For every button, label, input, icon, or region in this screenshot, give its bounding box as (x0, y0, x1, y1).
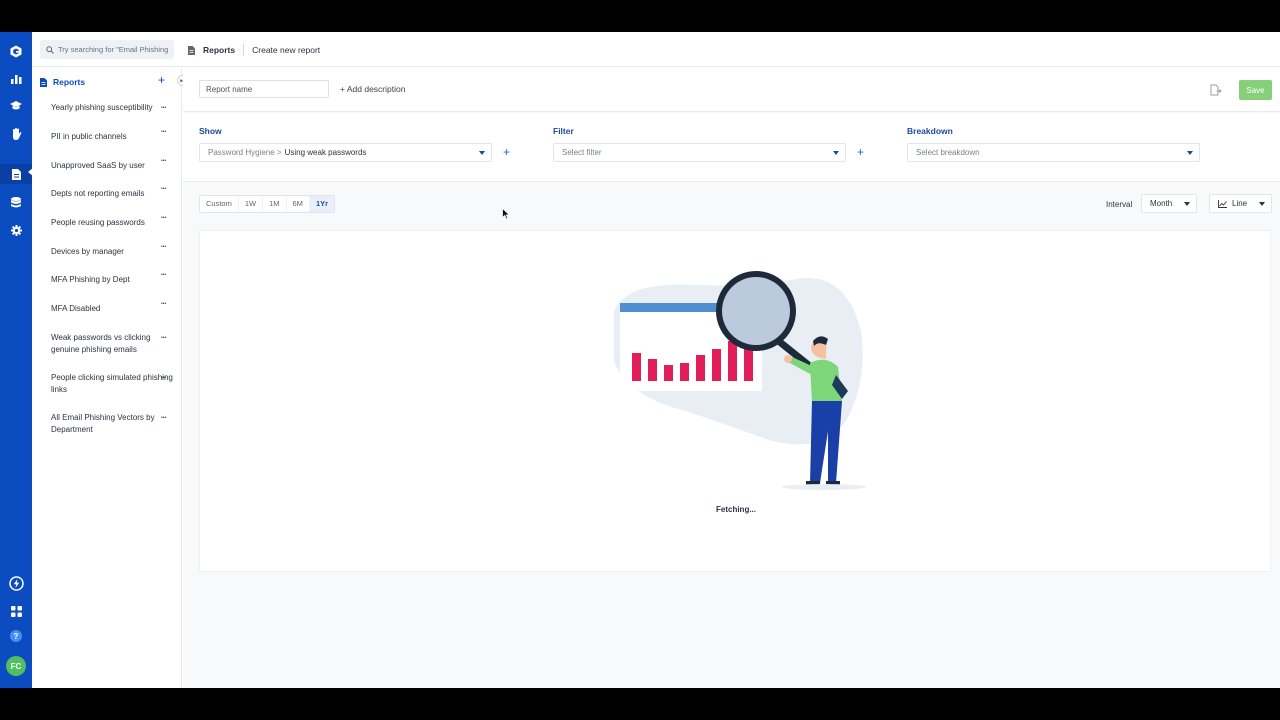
fetching-status: Fetching... (716, 505, 756, 514)
app-window: ? FC Reports Create new report Reports +… (0, 32, 1280, 688)
main-panel: + Add description Save Show Password Hyg… (183, 68, 1280, 688)
sidebar-report-label[interactable]: MFA Disabled (51, 303, 176, 315)
chart-type-select[interactable]: Line (1209, 194, 1272, 213)
hand-icon[interactable] (8, 126, 24, 142)
breakdown-select[interactable]: Select breakdown (907, 143, 1200, 162)
date-range-selector: Custom 1W 1M 6M 1Yr (199, 195, 336, 213)
more-options-icon[interactable]: ••• (161, 129, 166, 135)
line-chart-icon (1218, 199, 1227, 208)
chevron-down-icon (1259, 202, 1265, 206)
sidebar-report-label[interactable]: Devices by manager (51, 246, 176, 258)
export-icon[interactable] (1210, 84, 1222, 96)
chevron-down-icon (1187, 151, 1193, 155)
avatar[interactable]: FC (6, 656, 26, 676)
report-name-input[interactable] (199, 80, 329, 98)
chevron-down-icon (1184, 202, 1190, 206)
more-options-icon[interactable]: ••• (161, 158, 166, 164)
sidebar-title: Reports (53, 77, 86, 87)
report-icon (40, 77, 47, 87)
more-options-icon[interactable]: ••• (161, 244, 166, 250)
apps-grid-icon[interactable] (8, 603, 24, 619)
range-button[interactable]: 1W (239, 196, 264, 212)
show-select[interactable]: Password Hygiene > Using weak passwords (199, 143, 492, 162)
show-label: Show (199, 126, 222, 136)
reports-sidebar: Reports + ⇤ Yearly phishing susceptibili… (32, 68, 188, 688)
add-description-link[interactable]: + Add description (340, 84, 405, 94)
interval-select[interactable]: Month (1141, 194, 1197, 213)
show-select-prefix: Password Hygiene > (208, 148, 282, 157)
filter-label: Filter (553, 126, 574, 136)
chevron-down-icon (833, 151, 839, 155)
database-icon[interactable] (8, 194, 24, 210)
interval-value: Month (1150, 199, 1173, 208)
help-icon[interactable]: ? (8, 628, 24, 644)
lightning-icon[interactable] (8, 575, 24, 591)
more-options-icon[interactable]: ••• (161, 215, 166, 221)
more-options-icon[interactable]: ••• (161, 301, 166, 307)
add-filter-button[interactable]: + (857, 145, 864, 159)
add-show-button[interactable]: + (503, 145, 510, 159)
save-button[interactable]: Save (1239, 80, 1272, 100)
show-select-value: Using weak passwords (284, 148, 367, 157)
mouse-cursor-icon (502, 208, 510, 220)
chevron-down-icon (479, 151, 485, 155)
graduation-cap-icon[interactable] (8, 98, 24, 114)
search-icon (46, 45, 54, 54)
breadcrumb-current: Create new report (252, 45, 321, 55)
chart-icon[interactable] (8, 70, 24, 86)
app-rail: ? FC (0, 32, 33, 688)
chart-area: Fetching... (199, 230, 1271, 572)
more-options-icon[interactable]: ••• (161, 375, 166, 381)
more-options-icon[interactable]: ••• (161, 186, 166, 192)
breadcrumb: Reports Create new report (188, 44, 320, 56)
more-options-icon[interactable]: ••• (161, 105, 166, 111)
search-input[interactable] (58, 45, 168, 54)
range-button[interactable]: Custom (200, 196, 239, 212)
report-config: Show Password Hygiene > Using weak passw… (183, 113, 1280, 182)
loading-illustration (614, 271, 866, 490)
more-options-icon[interactable]: ••• (161, 415, 166, 421)
sidebar-report-label[interactable]: People reusing passwords (51, 217, 176, 229)
report-icon[interactable] (0, 164, 33, 184)
sidebar-report-label[interactable]: MFA Phishing by Dept (51, 274, 176, 286)
sidebar-report-label[interactable]: Weak passwords vs clicking genuine phish… (51, 332, 176, 356)
sidebar-report-label[interactable]: Unapproved SaaS by user (51, 160, 176, 172)
breakdown-select-placeholder: Select breakdown (916, 148, 980, 157)
more-options-icon[interactable]: ••• (161, 272, 166, 278)
top-bar: Reports Create new report (32, 32, 1280, 67)
gear-icon[interactable] (8, 222, 24, 238)
range-button[interactable]: 1M (263, 196, 287, 212)
logo-icon[interactable] (8, 43, 24, 59)
search-box[interactable] (40, 40, 174, 59)
range-button[interactable]: 6M (287, 196, 310, 212)
sidebar-report-label[interactable]: PII in public channels (51, 131, 176, 143)
filter-select-placeholder: Select filter (562, 148, 602, 157)
svg-text:?: ? (14, 632, 19, 641)
filter-select[interactable]: Select filter (553, 143, 846, 162)
breadcrumb-reports[interactable]: Reports (203, 45, 235, 55)
sidebar-report-label[interactable]: Yearly phishing susceptibility (51, 102, 176, 114)
range-button[interactable]: 1Yr (309, 196, 335, 212)
report-icon (188, 45, 195, 55)
sidebar-report-label[interactable]: People clicking simulated phishing links (51, 372, 176, 396)
chart-type-value: Line (1232, 199, 1248, 208)
interval-label: Interval (1106, 200, 1133, 209)
magnifier-lens (722, 277, 790, 345)
breakdown-label: Breakdown (907, 126, 953, 136)
add-report-button[interactable]: + (158, 74, 165, 86)
breadcrumb-divider (243, 44, 245, 56)
sidebar-report-label[interactable]: Depts not reporting emails (51, 188, 176, 200)
report-header: + Add description Save (183, 68, 1280, 112)
more-options-icon[interactable]: ••• (161, 335, 166, 341)
sidebar-report-label[interactable]: All Email Phishing Vectors by Department (51, 412, 176, 436)
